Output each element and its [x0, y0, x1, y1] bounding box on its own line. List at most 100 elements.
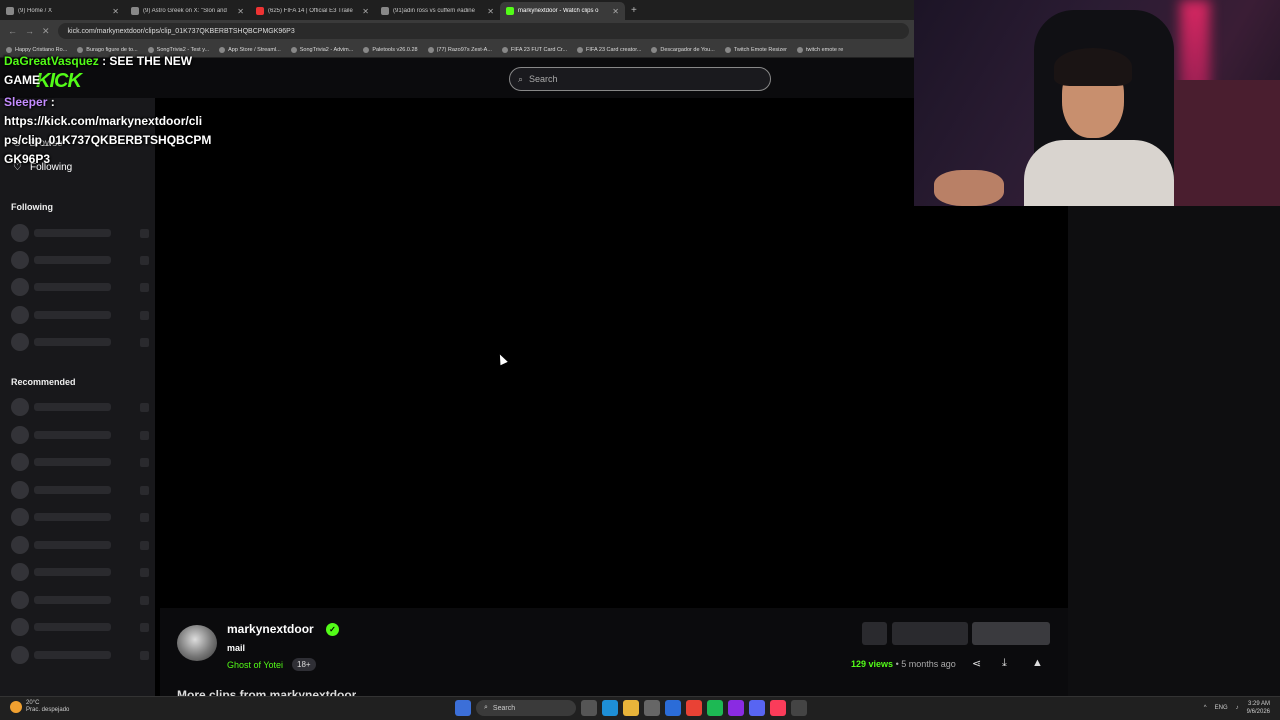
bookmark[interactable]: Paletools v26.0.28: [363, 46, 418, 53]
date: 9/6/2026: [1246, 709, 1270, 715]
bookmark-icon: [147, 46, 154, 53]
lang-indicator[interactable]: ENG: [1215, 705, 1228, 711]
chat-message: Sleeper :: [4, 95, 55, 109]
search-input[interactable]: ⌕ Search: [509, 67, 771, 91]
edge-icon[interactable]: [602, 700, 618, 716]
button-skeleton: [972, 622, 1050, 645]
channel-name[interactable]: markynextdoor: [227, 622, 314, 636]
clock[interactable]: 3:29 AM 9/6/2026: [1247, 700, 1270, 716]
category-link[interactable]: Ghost of Yotei: [227, 660, 283, 670]
channel-skeleton: [11, 333, 151, 351]
chat-message: DaGreatVasquez : SEE THE NEW: [4, 54, 192, 68]
back-icon[interactable]: ←: [8, 26, 17, 36]
bookmark-label: (77) Razo97s Zest-A...: [436, 46, 492, 53]
tab-label: (91)adin ross vs cuffem #adine: [393, 8, 475, 14]
tab-label: (9) Astro Greek on X: "Slon and: [143, 8, 227, 14]
file-explorer-icon[interactable]: [623, 700, 639, 716]
chrome-icon[interactable]: [686, 700, 702, 716]
rating-badge: 18+: [292, 658, 316, 671]
bookmark-label: Paletools v26.0.28: [372, 46, 418, 53]
search-placeholder: Search: [529, 74, 558, 84]
close-icon[interactable]: ✕: [112, 7, 119, 16]
volume-icon[interactable]: ♪: [1236, 705, 1239, 711]
webcam-person-hand: [934, 170, 1004, 206]
tab-label: markynextdoor - Watch clips o: [518, 8, 599, 14]
avatar[interactable]: [177, 625, 217, 661]
close-icon[interactable]: ✕: [237, 7, 244, 16]
bookmark[interactable]: twitch emote re: [797, 46, 844, 53]
verified-icon: ✓: [326, 623, 339, 636]
share-icon[interactable]: ⋖: [972, 657, 981, 670]
chevron-up-icon[interactable]: ^: [1204, 705, 1207, 711]
bookmark[interactable]: FIFA 23 Card creator...: [577, 46, 641, 53]
taskbar-apps: ⌕ Search: [455, 700, 807, 716]
browser-tab[interactable]: (9) Astro Greek on X: "Slon and ✕: [125, 2, 250, 20]
youtube-icon: [256, 7, 264, 15]
channel-skeleton: [11, 278, 151, 296]
discord-icon[interactable]: [749, 700, 765, 716]
close-icon[interactable]: ✕: [487, 7, 494, 16]
bookmark-icon: [501, 46, 508, 53]
bookmark-label: FIFA 23 FUT Card Cr...: [510, 46, 568, 53]
bookmark[interactable]: Twitch Emote Resizer: [724, 46, 788, 53]
url-text: kick.com/markynextdoor/clips/clip_01K737…: [67, 27, 295, 35]
taskbar-search[interactable]: ⌕ Search: [476, 700, 576, 716]
bookmark[interactable]: SongTrivia2 - Advim...: [290, 46, 354, 53]
kick-logo[interactable]: KICK: [36, 70, 82, 93]
chat-text: GAME: [4, 73, 40, 87]
close-icon[interactable]: ✕: [362, 7, 369, 16]
reload-icon[interactable]: ✕: [42, 26, 50, 37]
taskbar-search-label: Search: [492, 704, 516, 712]
weather-widget[interactable]: 20°C Prac. despejado: [10, 700, 69, 714]
search-icon: ⌕: [484, 704, 488, 711]
bookmark-icon: [427, 46, 434, 53]
windows-start-icon[interactable]: [455, 700, 471, 716]
bookmark[interactable]: App Store / Streaml...: [219, 46, 281, 53]
app-icon[interactable]: [728, 700, 744, 716]
calendar-icon[interactable]: [644, 700, 660, 716]
chat-link: https://kick.com/markynextdoor/cli: [4, 114, 203, 128]
close-icon[interactable]: ✕: [612, 7, 619, 16]
new-tab-button[interactable]: +: [625, 5, 643, 16]
browser-tab[interactable]: (9) Home / X ✕: [0, 2, 125, 20]
music-icon[interactable]: [770, 700, 786, 716]
browser-tab[interactable]: (625) FIFA 14 | Official E3 Traile ✕: [250, 2, 375, 20]
kick-icon: [506, 7, 514, 15]
report-icon[interactable]: ▲: [1032, 657, 1043, 669]
obs-icon[interactable]: [791, 700, 807, 716]
channel-skeleton: [11, 224, 151, 242]
spotify-icon[interactable]: [707, 700, 723, 716]
time: 3:29 AM: [1247, 701, 1270, 707]
task-view-icon[interactable]: [581, 700, 597, 716]
channel-skeleton: [11, 398, 151, 416]
taskbar: 20°C Prac. despejado ⌕ Search ^ ENG ♪ 3:29…: [0, 696, 1280, 720]
bookmark[interactable]: (77) Razo97s Zest-A...: [427, 46, 492, 53]
bookmark-icon: [363, 46, 370, 53]
channel-skeleton: [11, 618, 151, 636]
browser-tab[interactable]: (91)adin ross vs cuffem #adine ✕: [375, 2, 500, 20]
bookmark[interactable]: FIFA 23 FUT Card Cr...: [501, 46, 568, 53]
channel-skeleton: [11, 563, 151, 581]
bookmark-label: twitch emote re: [806, 46, 844, 53]
bookmark[interactable]: Burago figure de to...: [77, 46, 138, 53]
tiktok-icon: [381, 7, 389, 15]
weather-text: Prac. despejado: [26, 707, 70, 713]
system-tray: ^ ENG ♪ 3:29 AM 9/6/2026: [1204, 700, 1270, 716]
channel-skeleton: [11, 426, 151, 444]
download-icon[interactable]: ⤓: [1002, 657, 1007, 670]
clip-age: • 5 months ago: [895, 659, 956, 669]
bookmark-label: App Store / Streaml...: [228, 46, 281, 53]
chat-link: GK96P3: [4, 152, 51, 166]
bookmark-label: SongTrivia2 - Advim...: [299, 46, 354, 53]
browser-tab-active[interactable]: markynextdoor - Watch clips o ✕: [500, 2, 625, 20]
bookmark[interactable]: Happy Cristiano Ro...: [6, 46, 67, 53]
bookmark[interactable]: SongTrivia2 - Test y...: [147, 46, 209, 53]
url-field[interactable]: kick.com/markynextdoor/clips/clip_01K737…: [57, 23, 909, 39]
forward-icon[interactable]: →: [25, 26, 34, 36]
channel-skeleton: [11, 591, 151, 609]
bookmark-label: Twitch Emote Resizer: [733, 46, 788, 53]
search-icon: ⌕: [518, 73, 524, 84]
bookmark[interactable]: Descargador de You...: [651, 46, 715, 53]
channel-skeleton: [11, 536, 151, 554]
mail-icon[interactable]: [665, 700, 681, 716]
